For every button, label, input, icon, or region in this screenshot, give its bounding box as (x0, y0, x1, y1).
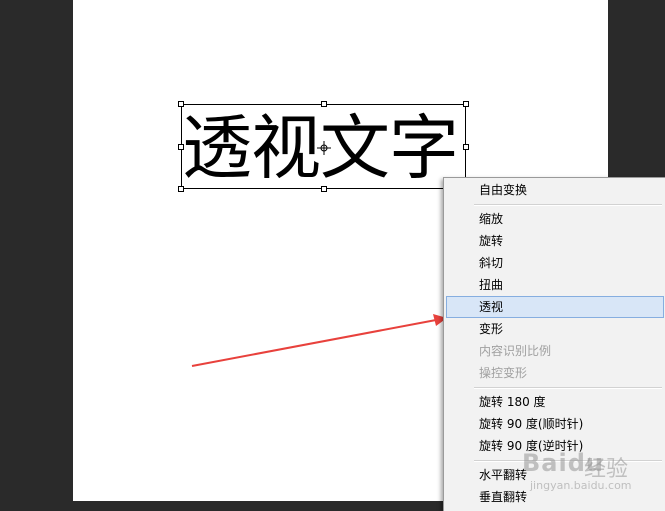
menu-item-content-aware-scale: 内容识别比例 (479, 344, 552, 358)
transform-handle-top-right[interactable] (463, 101, 469, 107)
menu-item-scale[interactable]: 缩放 (446, 208, 664, 230)
menu-item-rotate-180[interactable]: 旋转 180 度 (446, 391, 664, 413)
menu-item-perspective[interactable]: 透视 (446, 296, 664, 318)
transform-handle-bottom-left[interactable] (178, 186, 184, 192)
transform-handle-middle-left[interactable] (178, 144, 184, 150)
menu-separator (474, 460, 662, 462)
transform-handle-top-center[interactable] (321, 101, 327, 107)
menu-separator (474, 387, 662, 389)
menu-item-flip-vertical[interactable]: 垂直翻转 (446, 486, 664, 508)
menu-item-rotate-90-cw[interactable]: 旋转 90 度(顺时针) (446, 413, 664, 435)
transform-handle-top-left[interactable] (178, 101, 184, 107)
crosshair-icon[interactable] (317, 141, 331, 155)
transform-handle-middle-right[interactable] (463, 144, 469, 150)
menu-item-rotate[interactable]: 旋转 (446, 230, 664, 252)
menu-item-free-transform[interactable]: 自由变换 (446, 179, 664, 201)
transform-context-menu: 自由变换 缩放 旋转 斜切 扭曲 透视 变形 内容识别比例 操控变形 旋转 18… (443, 177, 665, 511)
menu-separator (474, 204, 662, 206)
menu-item-skew[interactable]: 斜切 (446, 252, 664, 274)
menu-item-warp[interactable]: 变形 (446, 318, 664, 340)
menu-item-rotate-90-ccw[interactable]: 旋转 90 度(逆时针) (446, 435, 664, 457)
menu-item-distort[interactable]: 扭曲 (446, 274, 664, 296)
transform-handle-bottom-center[interactable] (321, 186, 327, 192)
menu-item-flip-horizontal[interactable]: 水平翻转 (446, 464, 664, 486)
menu-item-puppet-warp: 操控变形 (479, 366, 528, 380)
